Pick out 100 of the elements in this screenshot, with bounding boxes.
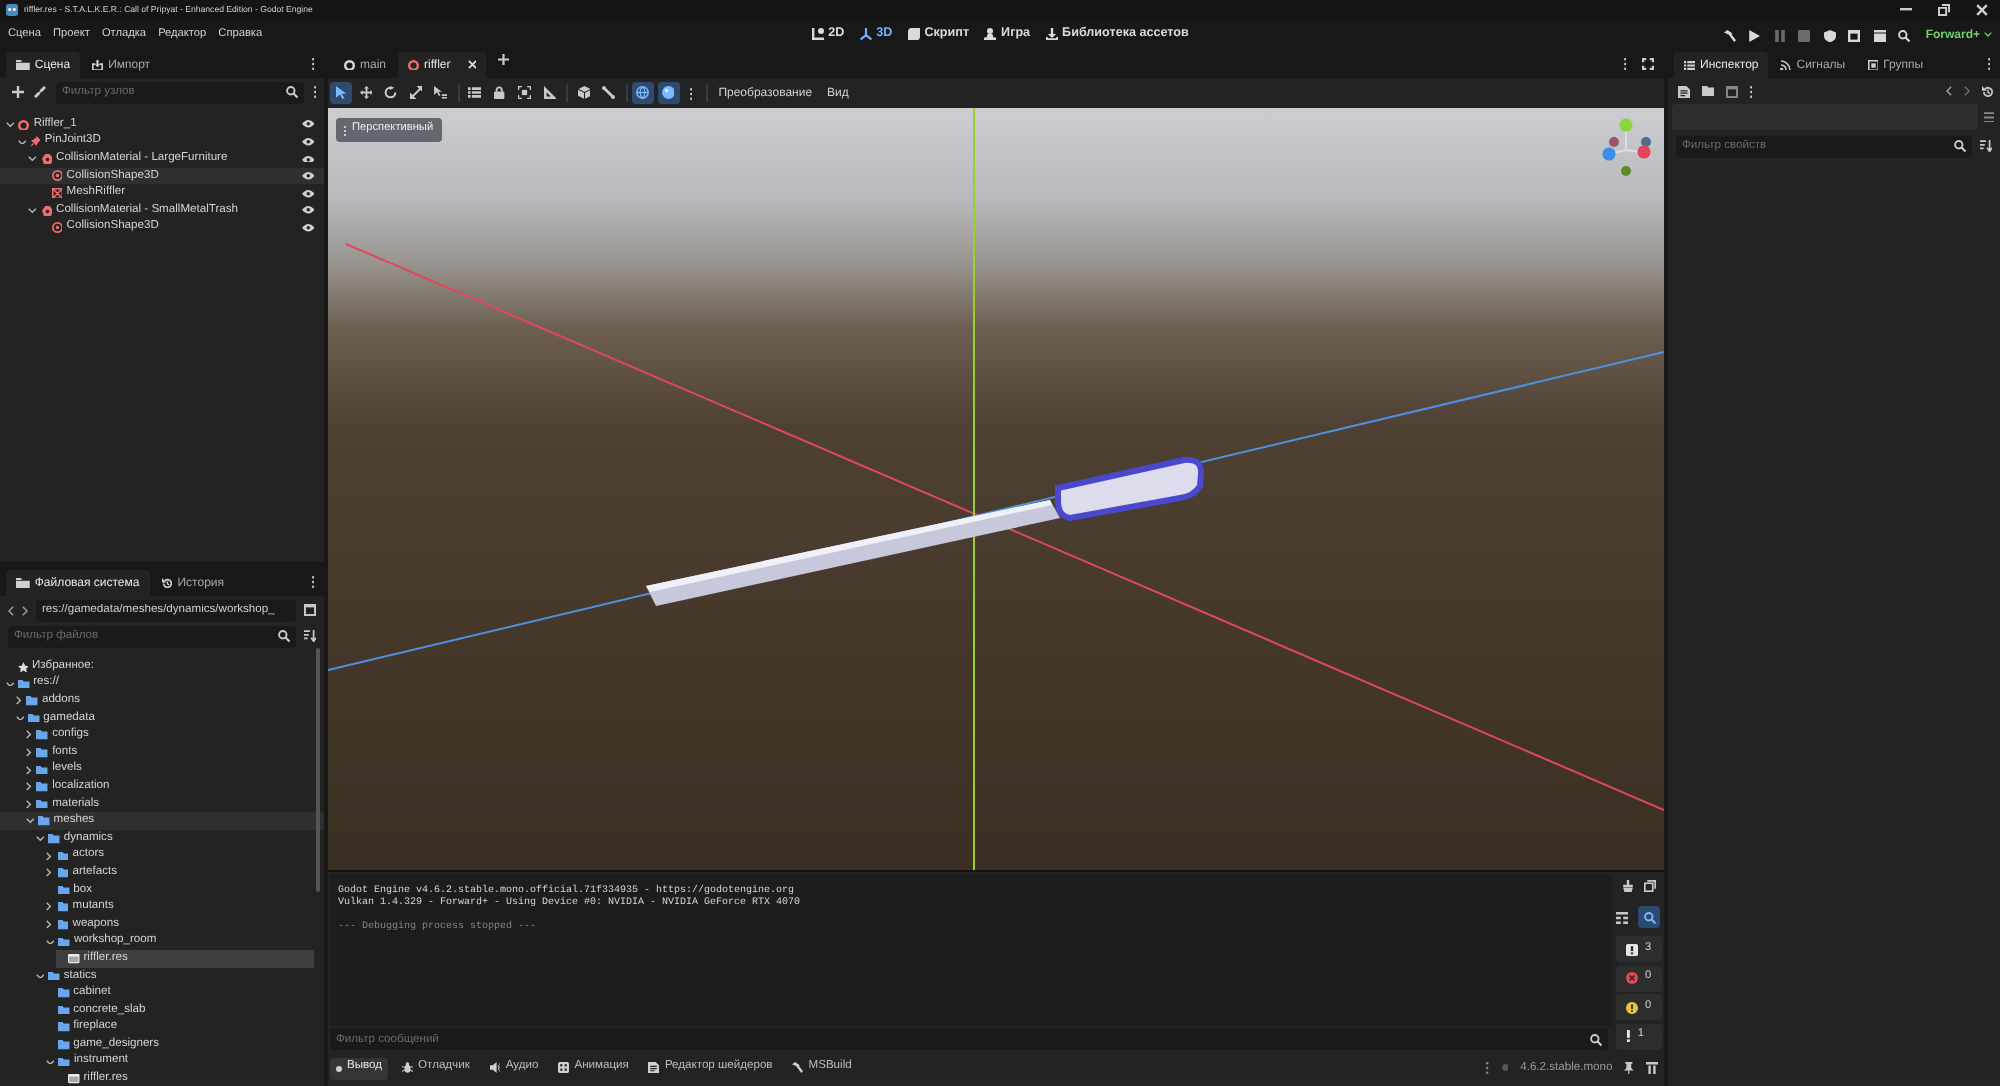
search-icon[interactable] (278, 630, 290, 642)
tool-button[interactable] (330, 82, 352, 104)
caret-icon[interactable] (45, 1059, 55, 1065)
window-toggle-icon[interactable] (1726, 85, 1739, 97)
caret-icon[interactable] (15, 715, 24, 721)
document-icon[interactable] (1678, 85, 1690, 97)
back-icon[interactable] (8, 605, 14, 615)
caret-icon[interactable] (46, 868, 53, 878)
window-icon[interactable] (1848, 29, 1861, 41)
caret-icon[interactable] (26, 799, 32, 809)
dot-icon (1501, 1064, 1509, 1072)
caret-icon[interactable] (17, 139, 26, 145)
rows-icon[interactable] (1616, 911, 1628, 923)
caret-icon[interactable] (28, 156, 38, 162)
tool-button[interactable] (573, 82, 595, 104)
caret-icon (1984, 32, 1992, 38)
hammer-icon[interactable] (1723, 29, 1736, 41)
dot-icon (336, 1065, 342, 1071)
tool-button[interactable] (632, 82, 654, 104)
copy-icon[interactable] (1643, 879, 1655, 891)
search-icon[interactable] (1954, 140, 1966, 152)
star-icon (17, 661, 28, 673)
caret-icon[interactable] (26, 765, 32, 775)
search-icon[interactable] (285, 86, 298, 98)
target-icon (51, 170, 63, 182)
fullscreen-icon[interactable] (1642, 58, 1654, 70)
tool-button[interactable] (657, 82, 679, 104)
forward-icon[interactable] (1964, 86, 1970, 96)
tool-button[interactable] (514, 82, 536, 104)
magnifier-icon[interactable] (1898, 29, 1911, 41)
group-icon (518, 86, 532, 100)
tool-button[interactable] (405, 82, 427, 104)
tool-button[interactable] (539, 82, 561, 104)
exclamation-icon (1625, 1030, 1630, 1042)
sort-icon[interactable] (304, 630, 316, 642)
restore-icon[interactable] (1938, 4, 1950, 16)
folder-icon (16, 577, 30, 589)
caret-icon[interactable] (26, 748, 32, 757)
folder-icon[interactable] (1702, 86, 1715, 96)
back-icon[interactable] (1946, 86, 1952, 96)
eye-icon[interactable] (301, 223, 314, 232)
caret-icon[interactable] (25, 818, 35, 824)
sphere-icon (661, 86, 675, 100)
brush-icon[interactable] (1621, 879, 1633, 891)
panel-icon[interactable] (1873, 29, 1886, 41)
scale-icon (409, 86, 423, 100)
sheet-icon (907, 28, 920, 41)
caret-icon[interactable] (5, 681, 14, 687)
eye-icon[interactable] (301, 172, 314, 180)
tool-button[interactable] (355, 82, 377, 104)
caret-icon[interactable] (46, 902, 53, 912)
caret-icon[interactable] (46, 920, 53, 929)
eye-icon[interactable] (301, 189, 314, 198)
plus-icon[interactable] (12, 86, 24, 98)
set-square-icon (543, 86, 557, 100)
sort-icon[interactable] (1980, 140, 1992, 152)
tool-button[interactable] (464, 82, 486, 104)
caret-icon[interactable] (16, 696, 22, 706)
history-icon[interactable] (1982, 85, 1994, 97)
pushpin-icon[interactable] (1624, 1061, 1634, 1074)
chain-icon[interactable] (34, 86, 46, 98)
cube-icon (577, 86, 591, 100)
plus-icon[interactable] (498, 54, 510, 66)
caret-icon[interactable] (35, 973, 45, 979)
play-icon[interactable] (1748, 29, 1761, 41)
scrollbar[interactable] (316, 648, 320, 892)
ring-icon (344, 59, 355, 71)
search-toggle-button[interactable] (1638, 906, 1660, 928)
download-icon (1045, 28, 1058, 41)
caret-icon[interactable] (6, 122, 15, 128)
tool-button[interactable] (598, 82, 620, 104)
target-icon (51, 222, 63, 234)
axis-gizmo-icon[interactable] (1602, 118, 1654, 178)
search-icon[interactable] (1590, 1033, 1602, 1045)
eye-icon[interactable] (301, 206, 314, 215)
window-toggle-icon[interactable] (304, 604, 316, 616)
lines-icon[interactable] (1983, 111, 1994, 123)
bone-icon (602, 86, 616, 100)
exclamation-box-icon (1625, 943, 1637, 955)
caret-icon[interactable] (28, 207, 38, 214)
file-icon (68, 1074, 80, 1084)
cursor-icon (335, 86, 347, 100)
eye-icon[interactable] (301, 155, 314, 163)
caret-icon[interactable] (45, 939, 55, 945)
close-icon[interactable] (467, 60, 477, 70)
layout-icon[interactable] (1646, 1061, 1658, 1074)
minimize-icon[interactable] (1900, 8, 1912, 12)
bug-icon (402, 1062, 414, 1074)
caret-icon[interactable] (26, 782, 32, 792)
forward-icon[interactable] (22, 605, 28, 615)
tool-button[interactable] (380, 82, 402, 104)
caret-icon[interactable] (26, 730, 32, 740)
close-icon[interactable] (1976, 4, 1988, 16)
corner-icon (811, 28, 824, 41)
shield-icon[interactable] (1823, 29, 1836, 41)
tool-button[interactable] (430, 82, 452, 104)
caret-icon[interactable] (46, 851, 53, 861)
caret-icon[interactable] (35, 835, 45, 842)
eye-icon[interactable] (301, 137, 314, 146)
eye-icon[interactable] (301, 120, 314, 129)
